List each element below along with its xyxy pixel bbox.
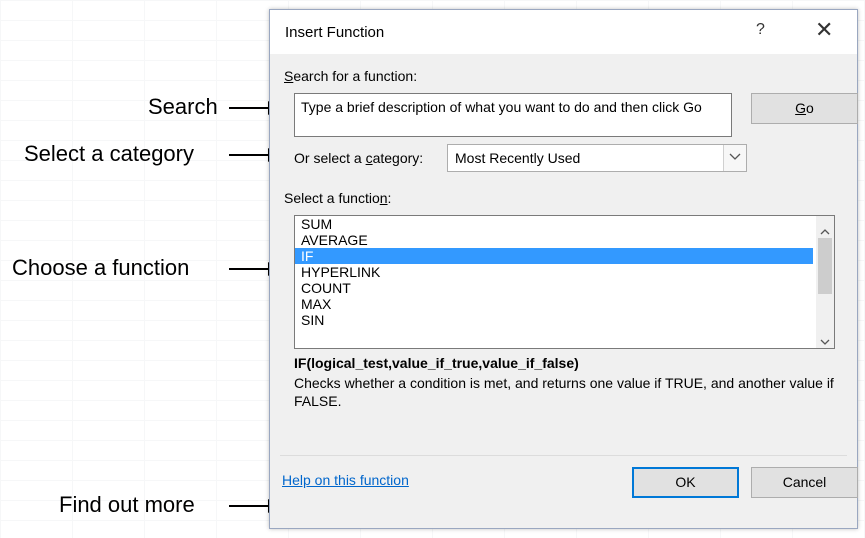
function-list[interactable]: SUM AVERAGE IF HYPERLINK COUNT MAX SIN [294, 215, 835, 349]
dialog-title: Insert Function [285, 24, 385, 41]
cancel-button[interactable]: Cancel [751, 467, 858, 498]
close-button[interactable]: ✕ [815, 17, 833, 43]
chevron-down-icon[interactable] [820, 332, 830, 348]
category-label: Or select a category: [294, 150, 424, 166]
ok-button[interactable]: OK [632, 467, 739, 498]
function-description: Checks whether a condition is met, and r… [294, 375, 834, 409]
function-label: Select a function: [284, 190, 392, 206]
list-item[interactable]: SIN [295, 312, 813, 328]
go-button[interactable]: Go [751, 93, 858, 124]
scrollbar-thumb[interactable] [818, 238, 832, 294]
list-item-selected[interactable]: IF [295, 248, 813, 264]
insert-function-dialog: Insert Function ? ✕ Search for a functio… [269, 9, 858, 529]
help-button[interactable]: ? [756, 21, 765, 39]
annotation-choose: Choose a function [12, 255, 190, 280]
annotation-search: Search [148, 94, 218, 119]
list-item[interactable]: AVERAGE [295, 232, 813, 248]
list-item[interactable]: COUNT [295, 280, 813, 296]
category-select-value: Most Recently Used [455, 150, 581, 166]
list-scrollbar[interactable] [816, 216, 834, 348]
list-item[interactable]: MAX [295, 296, 813, 312]
search-label: Search for a function: [284, 68, 418, 84]
annotation-category: Select a category [24, 141, 194, 166]
category-select[interactable]: Most Recently Used [447, 144, 747, 172]
list-item[interactable]: SUM [295, 216, 813, 232]
function-syntax: IF(logical_test,value_if_true,value_if_f… [294, 355, 579, 371]
help-on-function-link[interactable]: Help on this function [282, 472, 409, 488]
divider [280, 455, 847, 456]
annotation-more: Find out more [59, 492, 195, 517]
title-bar: Insert Function ? ✕ [270, 10, 857, 54]
search-input[interactable]: Type a brief description of what you wan… [294, 93, 732, 137]
list-item[interactable]: HYPERLINK [295, 264, 813, 280]
search-input-text: Type a brief description of what you wan… [301, 99, 702, 115]
chevron-down-icon[interactable] [723, 145, 746, 171]
